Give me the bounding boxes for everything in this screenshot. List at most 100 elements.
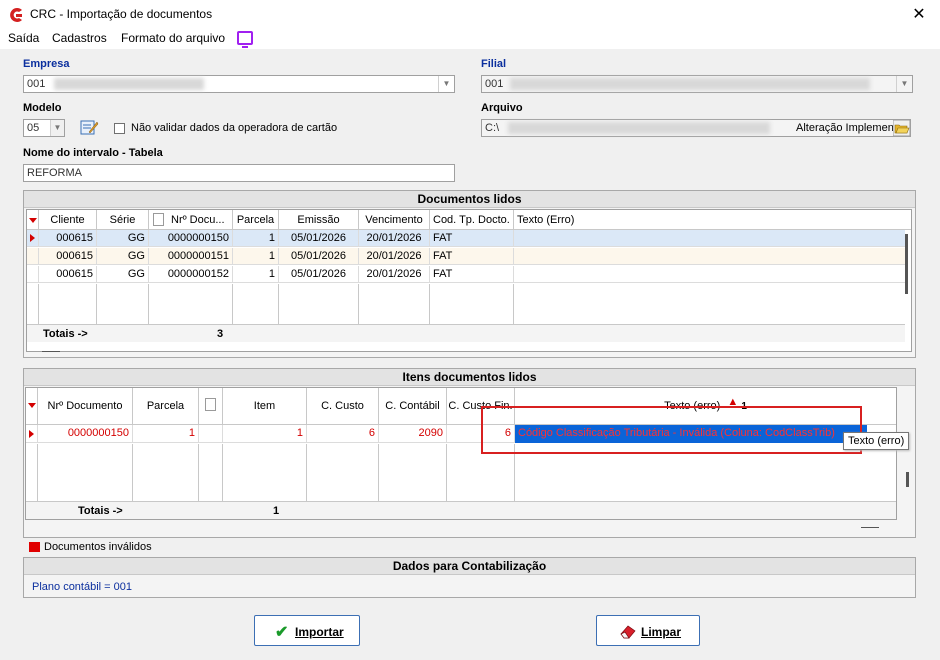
checkbox-label: Não validar dados da operadora de cartão (131, 122, 338, 134)
col-parcela[interactable]: Parcela (233, 210, 279, 230)
col-nr-documento[interactable]: Nrº Documento (38, 388, 133, 425)
import-button[interactable]: ✔ Importar (254, 615, 360, 646)
cell-cliente: 000615 (39, 266, 97, 283)
row-pointer (27, 266, 39, 283)
cell-serie: GG (97, 230, 149, 247)
table-row[interactable]: 000615 GG 0000000152 1 05/01/2026 20/01/… (27, 266, 905, 283)
chevron-down-icon[interactable]: ▼ (50, 120, 64, 136)
arquivo-filename: Alteração Implemen (796, 122, 894, 134)
cell-parcela: 1 (233, 230, 279, 247)
totals-value: 3 (217, 328, 224, 340)
cell-parcela: 1 (233, 266, 279, 283)
col-texto-erro[interactable]: Texto (Erro) (514, 210, 906, 230)
cell-doc-icon (199, 425, 223, 443)
totals-label: Totais -> (43, 328, 88, 340)
col-nr-docu[interactable]: Nrº Docu... (149, 210, 233, 230)
folder-open-icon[interactable] (893, 120, 910, 136)
horizontal-scrollbar[interactable] (42, 351, 60, 352)
col-cliente[interactable]: Cliente (39, 210, 97, 230)
col-vencimento[interactable]: Vencimento (359, 210, 430, 230)
document-icon (205, 398, 216, 411)
cell-cliente: 000615 (39, 248, 97, 265)
redacted-text (510, 78, 870, 90)
cell-nr-docu: 0000000150 (149, 230, 233, 247)
itens-totals: Totais -> 1 (26, 501, 896, 519)
empresa-label: Empresa (23, 58, 70, 70)
cell-c-contabil: 2090 (379, 425, 447, 443)
documentos-header: Cliente Série Nrº Docu... Parcela Emissã… (27, 210, 911, 230)
cell-c-custo: 6 (307, 425, 379, 443)
col-item[interactable]: Item (223, 388, 307, 425)
row-pointer-icon (29, 430, 34, 438)
intervalo-label: Nome do intervalo - Tabela (23, 147, 163, 159)
vertical-scrollbar[interactable] (905, 234, 908, 294)
redacted-text (54, 78, 204, 90)
cell-parcela: 1 (233, 248, 279, 265)
invalid-legend-label: Documentos inválidos (44, 541, 152, 553)
arquivo-prefix: C:\ (485, 122, 500, 134)
cell-emissao: 05/01/2026 (279, 248, 359, 265)
cell-nr-docu: 0000000152 (149, 266, 233, 283)
edit-form-icon[interactable] (79, 117, 99, 137)
sort-indicator (26, 388, 38, 425)
chevron-down-icon[interactable]: ▼ (896, 76, 912, 92)
cell-serie: GG (97, 248, 149, 265)
cell-texto-erro (514, 248, 905, 265)
close-icon[interactable]: ✕ (908, 4, 930, 26)
contabilizacao-panel: Dados para Contabilização Plano contábil… (23, 557, 916, 598)
totals-label: Totais -> (78, 505, 123, 517)
cell-vencimento: 20/01/2026 (359, 248, 430, 265)
app-logo-icon (10, 8, 22, 22)
filial-label: Filial (481, 58, 507, 70)
arquivo-field[interactable]: C:\ Alteração Implemen (481, 119, 911, 137)
redacted-text (508, 122, 770, 134)
modelo-label: Modelo (23, 102, 62, 114)
empresa-combo[interactable]: 001 ▼ (23, 75, 455, 93)
col-serie[interactable]: Série (97, 210, 149, 230)
vertical-scrollbar[interactable] (906, 472, 909, 487)
menu-cadastros[interactable]: Cadastros (52, 31, 107, 45)
table-row[interactable]: 000615 GG 0000000151 1 05/01/2026 20/01/… (27, 248, 905, 265)
itens-title: Itens documentos lidos (24, 369, 915, 386)
validation-checkbox[interactable] (114, 123, 125, 134)
contabilizacao-title: Dados para Contabilização (24, 558, 915, 575)
cell-vencimento: 20/01/2026 (359, 266, 430, 283)
empty-rows (27, 284, 905, 324)
horizontal-scrollbar[interactable] (861, 527, 879, 528)
filial-value: 001 (485, 78, 504, 90)
documentos-grid[interactable]: Cliente Série Nrº Docu... Parcela Emissã… (26, 209, 912, 352)
cell-cod-tp: FAT (430, 266, 514, 283)
col-parcela[interactable]: Parcela (133, 388, 199, 425)
documentos-panel: Documentos lidos Cliente Série Nrº Docu.… (23, 190, 916, 358)
totals-value: 1 (273, 505, 280, 517)
clear-button[interactable]: Limpar (596, 615, 700, 646)
sort-down-icon (28, 403, 36, 408)
col-emissao[interactable]: Emissão (279, 210, 359, 230)
cell-texto-erro (514, 230, 905, 247)
sort-indicator (27, 210, 39, 230)
cell-serie: GG (97, 266, 149, 283)
intervalo-input[interactable]: REFORMA (23, 164, 455, 182)
menu-formato-arquivo[interactable]: Formato do arquivo (121, 31, 225, 45)
monitor-icon[interactable] (237, 31, 253, 48)
cell-vencimento: 20/01/2026 (359, 230, 430, 247)
table-row[interactable]: 000615 GG 0000000150 1 05/01/2026 20/01/… (27, 230, 905, 247)
checkmark-icon: ✔ (275, 624, 289, 641)
col-cod-tp-docto[interactable]: Cod. Tp. Docto. (430, 210, 514, 230)
window-title: CRC - Importação de documentos (30, 7, 213, 21)
row-pointer-icon (30, 234, 35, 242)
cell-emissao: 05/01/2026 (279, 230, 359, 247)
col-doc-icon[interactable] (199, 388, 223, 425)
col-c-custo[interactable]: C. Custo (307, 388, 379, 425)
documentos-totals: Totais -> 3 (27, 324, 905, 342)
column-tooltip: Texto (erro) (843, 432, 910, 450)
col-nr-docu-label: Nrº Docu... (171, 214, 225, 226)
modelo-combo[interactable]: 05 ▼ (23, 119, 65, 137)
chevron-down-icon[interactable]: ▼ (438, 76, 454, 92)
col-c-contabil[interactable]: C. Contábil (379, 388, 447, 425)
menu-saida[interactable]: Saída (8, 31, 39, 45)
cell-item: 1 (223, 425, 307, 443)
cell-emissao: 05/01/2026 (279, 266, 359, 283)
cell-parcela: 1 (133, 425, 199, 443)
filial-combo[interactable]: 001 ▼ (481, 75, 913, 93)
